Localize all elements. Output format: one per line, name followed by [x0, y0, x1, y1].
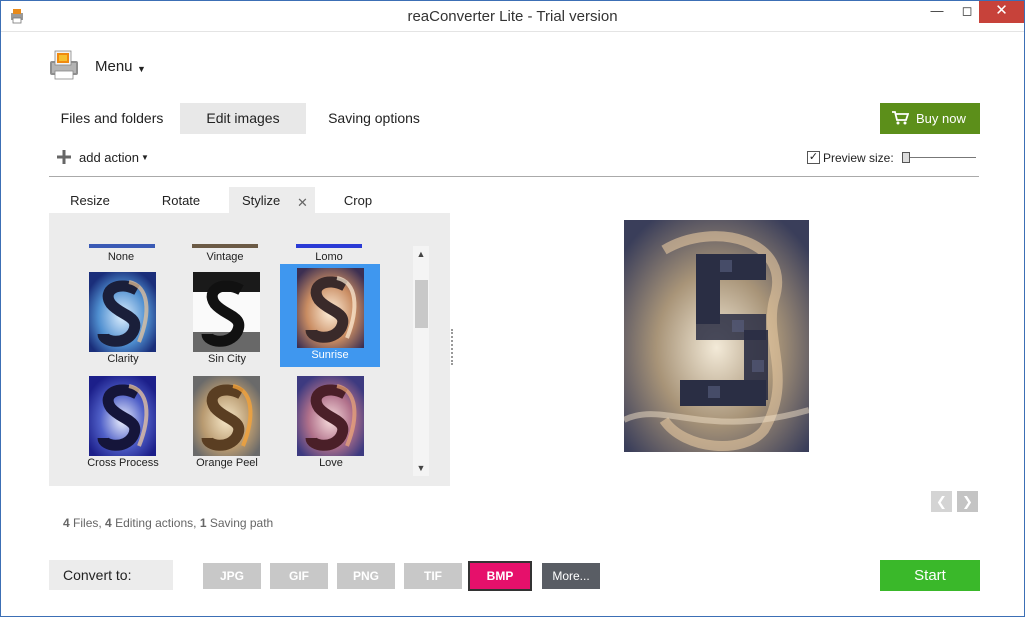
style-thumbnail-love[interactable]: Love	[286, 372, 386, 475]
tab-saving-options[interactable]: Saving options	[311, 103, 437, 134]
close-icon[interactable]: ✕	[297, 195, 308, 211]
job-summary: 4 Files, 4 Editing actions, 1 Saving pat…	[63, 516, 273, 530]
scrollbar-thumb[interactable]	[415, 280, 428, 328]
printer-photo-icon	[50, 50, 78, 80]
chevron-down-icon: ▼	[137, 64, 146, 74]
chevron-up-icon[interactable]: ▲	[413, 246, 429, 262]
tab-files-and-folders[interactable]: Files and folders	[49, 103, 175, 134]
style-label-orange-peel: Orange Peel	[196, 457, 258, 469]
stylize-panel: None Vintage Lomo Clarity Sin City Sunri…	[49, 213, 450, 486]
buy-now-button[interactable]: Buy now	[880, 103, 980, 134]
tab-resize[interactable]: Resize	[49, 187, 131, 214]
clarity-preview-image	[89, 272, 156, 352]
style-label-lomo: Lomo	[315, 251, 343, 263]
format-png-button[interactable]: PNG	[337, 563, 395, 589]
format-jpg-button[interactable]: JPG	[203, 563, 261, 589]
start-button[interactable]: Start	[880, 560, 980, 591]
style-thumbnail-clarity[interactable]: Clarity	[78, 268, 178, 371]
style-thumbnail-sin-city[interactable]: Sin City	[182, 268, 282, 371]
tab-stylize-label: Stylize	[242, 193, 281, 208]
format-gif-button[interactable]: GIF	[270, 563, 328, 589]
add-action-label: add action	[79, 150, 139, 165]
saving-path-label: Saving path	[209, 516, 274, 530]
divider	[49, 176, 979, 177]
tab-crop[interactable]: Crop	[317, 187, 399, 214]
buy-now-label: Buy now	[916, 111, 966, 126]
style-label-vintage: Vintage	[206, 251, 244, 263]
more-formats-button[interactable]: More...	[542, 563, 600, 589]
format-bmp-button[interactable]: BMP	[468, 561, 532, 591]
style-label-cross-process: Cross Process	[87, 457, 159, 469]
thumbnail-vintage-strip[interactable]	[192, 244, 258, 248]
preview-size-slider-handle[interactable]	[902, 152, 910, 163]
preview-size-checkbox[interactable]: ✓	[807, 151, 820, 164]
style-label-sin-city: Sin City	[208, 353, 246, 365]
minimize-button[interactable]: —	[923, 1, 951, 23]
menu-label: Menu	[95, 58, 133, 75]
files-count: 4	[63, 516, 70, 530]
thumbnail-none-strip[interactable]	[89, 244, 155, 248]
close-window-button[interactable]: ✕	[979, 1, 1024, 23]
shopping-cart-icon	[892, 111, 909, 125]
image-preview	[624, 220, 809, 452]
editing-actions-count: 4	[105, 516, 112, 530]
chevron-down-icon: ▼	[141, 153, 149, 162]
style-label-none: None	[107, 251, 135, 263]
app-window: reaConverter Lite - Trial version — ◻ ✕ …	[0, 0, 1025, 617]
previous-image-button[interactable]: ❮	[931, 491, 952, 512]
panel-splitter-handle[interactable]	[451, 329, 454, 365]
style-label-love: Love	[319, 457, 343, 469]
tab-edit-images[interactable]: Edit images	[180, 103, 306, 134]
thumbnail-lomo-strip[interactable]	[296, 244, 362, 248]
format-tif-button[interactable]: TIF	[404, 563, 462, 589]
maximize-button[interactable]: ◻	[953, 1, 981, 23]
style-label-sunrise: Sunrise	[311, 349, 349, 361]
convert-to-label: Convert to:	[49, 560, 173, 590]
preview-size-label: Preview size:	[823, 151, 894, 165]
sunrise-preview-image	[297, 268, 364, 348]
style-thumbnail-sunrise[interactable]: Sunrise	[280, 264, 380, 367]
window-title: reaConverter Lite - Trial version	[407, 8, 618, 25]
chevron-down-icon[interactable]: ▼	[413, 460, 429, 476]
preview-size-slider-track[interactable]	[906, 157, 976, 158]
files-label: Files,	[73, 516, 102, 530]
style-label-clarity: Clarity	[107, 353, 139, 365]
style-thumbnail-cross-process[interactable]: Cross Process	[78, 372, 178, 475]
styles-scrollbar[interactable]: ▲ ▼	[413, 246, 429, 476]
orange-peel-preview-image	[193, 376, 260, 456]
tab-rotate[interactable]: Rotate	[140, 187, 222, 214]
cross-process-preview-image	[89, 376, 156, 456]
title-bar: reaConverter Lite - Trial version — ◻ ✕	[1, 1, 1024, 32]
next-image-button[interactable]: ❯	[957, 491, 978, 512]
plus-icon	[57, 150, 71, 164]
love-preview-image	[297, 376, 364, 456]
saving-path-count: 1	[199, 516, 207, 530]
sin-city-preview-image	[193, 272, 260, 352]
style-thumbnail-orange-peel[interactable]: Orange Peel	[182, 372, 282, 475]
editing-actions-label: Editing actions,	[115, 516, 197, 530]
